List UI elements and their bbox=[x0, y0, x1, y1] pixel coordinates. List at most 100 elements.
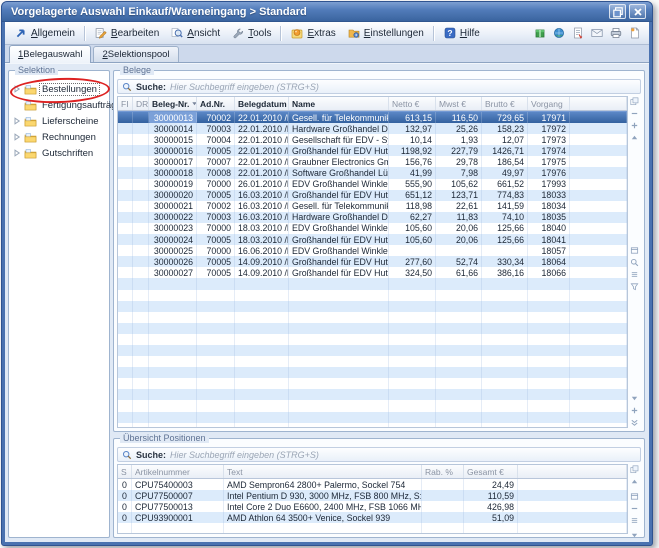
cell-beleg-nr-: 30000014 bbox=[149, 123, 197, 134]
list-icon[interactable] bbox=[630, 516, 639, 525]
expand-arrow-icon[interactable] bbox=[12, 149, 21, 157]
sidebar-item-fertigungsaufträge[interactable]: Fertigungsaufträge bbox=[9, 97, 109, 113]
column-header-dr[interactable]: DR bbox=[133, 97, 149, 110]
card-icon[interactable] bbox=[630, 246, 639, 255]
column-header-rab-[interactable]: Rab. % bbox=[422, 465, 464, 478]
cell-fi bbox=[118, 156, 133, 167]
column-header-ad-nr-[interactable]: Ad.Nr. bbox=[197, 97, 235, 110]
column-header-mwst-[interactable]: Mwst € bbox=[436, 97, 482, 110]
column-header-s[interactable]: S bbox=[118, 465, 132, 478]
sidebar-item-rechnungen[interactable]: Rechnungen bbox=[9, 129, 109, 145]
mail-icon[interactable] bbox=[591, 27, 603, 39]
card-icon[interactable] bbox=[630, 492, 639, 501]
filter-icon[interactable] bbox=[630, 282, 639, 291]
column-header-name[interactable]: Name bbox=[289, 97, 389, 110]
table-row[interactable]: 300000177000722.01.2010 /FrGraubner Elec… bbox=[118, 156, 627, 167]
new-document-icon[interactable] bbox=[629, 27, 641, 39]
table-row-empty bbox=[118, 356, 627, 367]
cell-filler bbox=[570, 256, 627, 267]
triangle-down-icon[interactable] bbox=[630, 394, 639, 403]
table-row[interactable]: 0CPU77500007Intel Pentium D 930, 3000 MH… bbox=[118, 490, 627, 501]
table-row[interactable]: 300000237000018.03.2010 /DoEDV Großhande… bbox=[118, 223, 627, 234]
table-row[interactable]: 0CPU77500013Intel Core 2 Duo E6600, 2400… bbox=[118, 501, 627, 512]
menu-hilfe[interactable]: ?Hilfe bbox=[438, 25, 486, 41]
quick-toolbar bbox=[534, 27, 645, 39]
column-header-netto-[interactable]: Netto € bbox=[389, 97, 436, 110]
menu-extras[interactable]: Extras bbox=[285, 25, 341, 41]
cell-gesamt- bbox=[464, 523, 518, 534]
printer-icon[interactable] bbox=[610, 27, 622, 39]
expand-arrow-icon[interactable] bbox=[12, 85, 21, 93]
table-row[interactable]: 0CPU93900001AMD Athlon 64 3500+ Venice, … bbox=[118, 512, 627, 523]
column-chooser-icon[interactable] bbox=[630, 465, 639, 474]
positionen-search-bar[interactable]: Suche: Hier Suchbegriff eingeben (STRG+S… bbox=[117, 447, 641, 462]
expand-arrow-icon[interactable] bbox=[12, 133, 21, 141]
list-icon[interactable] bbox=[630, 270, 639, 279]
expand-arrow-icon[interactable] bbox=[12, 117, 21, 125]
rail-group-top bbox=[630, 97, 639, 142]
table-row[interactable]: 300000227000316.03.2010 /DiHardware Groß… bbox=[118, 212, 627, 223]
table-row[interactable]: 300000267000514.09.2010 /DiGroßhandel fü… bbox=[118, 256, 627, 267]
table-row[interactable]: 300000167000522.01.2010 /FrGroßhandel fü… bbox=[118, 145, 627, 156]
menu-ansicht[interactable]: Ansicht bbox=[165, 25, 226, 41]
sidebar-item-gutschriften[interactable]: Gutschriften bbox=[9, 145, 109, 161]
sidebar-item-lieferscheine[interactable]: Lieferscheine bbox=[9, 113, 109, 129]
table-row[interactable]: 0CPU75400003AMD Sempron64 2800+ Palermo,… bbox=[118, 479, 627, 490]
column-header-text[interactable]: Text bbox=[224, 465, 422, 478]
plus-icon[interactable] bbox=[630, 121, 639, 130]
globe-icon[interactable] bbox=[553, 27, 565, 39]
tab-1-belegauswahl[interactable]: 1 Belegauswahl bbox=[9, 45, 91, 63]
table-row[interactable]: 300000147000322.01.2010 /FrHardware Groß… bbox=[118, 123, 627, 134]
column-header-gesamt-[interactable]: Gesamt € bbox=[464, 465, 518, 478]
tab-2-selektionspool[interactable]: 2 Selektionspool bbox=[93, 46, 178, 62]
magnifier-icon[interactable] bbox=[630, 258, 639, 267]
cell-gesamt-: 24,49 bbox=[464, 479, 518, 490]
table-row[interactable]: 300000197000026.01.2010 /DiEDV Großhande… bbox=[118, 179, 627, 190]
plus-icon[interactable] bbox=[630, 406, 639, 415]
minus-icon[interactable] bbox=[630, 504, 639, 513]
table-row[interactable]: 300000207000516.03.2010 /DiGroßhandel fü… bbox=[118, 190, 627, 201]
menu-einstellungen[interactable]: Einstellungen bbox=[342, 25, 430, 41]
column-header-belegdatum[interactable]: Belegdatum bbox=[235, 97, 289, 110]
titlebar[interactable]: Vorgelagerte Auswahl Einkauf/Wareneingan… bbox=[2, 2, 652, 22]
cell-text: AMD Athlon 64 3500+ Venice, Sockel 939 bbox=[224, 512, 422, 523]
cell-rab- bbox=[422, 490, 464, 501]
cell-name bbox=[289, 400, 389, 411]
minus-icon[interactable] bbox=[630, 109, 639, 118]
menu-allgemein[interactable]: Allgemein bbox=[9, 25, 81, 41]
belege-search-bar[interactable]: Suche: Hier Suchbegriff eingeben (STRG+S… bbox=[117, 79, 641, 94]
table-row[interactable]: 300000277000514.09.2010 /DiGroßhandel fü… bbox=[118, 267, 627, 278]
cell-dr bbox=[133, 278, 149, 289]
double-down-icon[interactable] bbox=[630, 418, 639, 427]
triangle-down-icon[interactable] bbox=[630, 531, 639, 540]
column-header-vorgang[interactable]: Vorgang bbox=[528, 97, 570, 110]
package-icon[interactable] bbox=[534, 27, 546, 39]
cell-beleg-nr-: 30000022 bbox=[149, 212, 197, 223]
table-row[interactable]: 300000247000518.03.2010 /DoGroßhandel fü… bbox=[118, 234, 627, 245]
table-row-empty bbox=[118, 301, 627, 312]
table-row[interactable]: 300000187000822.01.2010 /FrSoftware Groß… bbox=[118, 167, 627, 178]
column-header-brutto-[interactable]: Brutto € bbox=[482, 97, 528, 110]
triangle-up-icon[interactable] bbox=[630, 477, 639, 486]
cell-dr bbox=[133, 412, 149, 423]
cell-belegdatum bbox=[235, 345, 289, 356]
restore-button[interactable] bbox=[609, 4, 626, 19]
sidebar-item-bestellungen[interactable]: Bestellungen bbox=[9, 81, 109, 97]
menu-tools[interactable]: Tools bbox=[226, 25, 277, 41]
menu-bearbeiten[interactable]: Bearbeiten bbox=[89, 25, 165, 41]
report-icon[interactable] bbox=[572, 27, 584, 39]
table-row[interactable]: 300000217000216.03.2010 /DiGesell. für T… bbox=[118, 201, 627, 212]
column-header-beleg-nr-[interactable]: Beleg-Nr. bbox=[149, 97, 197, 110]
cell-mwst-: 22,61 bbox=[436, 201, 482, 212]
cell-brutto- bbox=[482, 323, 528, 334]
table-row[interactable]: 300000257000016.06.2010 /MiEDV Großhande… bbox=[118, 245, 627, 256]
cell-netto- bbox=[389, 301, 436, 312]
table-row[interactable]: 300000157000422.01.2010 /FrGesellschaft … bbox=[118, 134, 627, 145]
close-button[interactable] bbox=[629, 4, 646, 19]
column-header-artikelnummer[interactable]: Artikelnummer bbox=[132, 465, 224, 478]
column-chooser-icon[interactable] bbox=[630, 97, 639, 106]
cell-ad-nr- bbox=[197, 345, 235, 356]
column-header-fi[interactable]: FI bbox=[118, 97, 133, 110]
triangle-up-icon[interactable] bbox=[630, 133, 639, 142]
table-row[interactable]: 300000137000222.01.2010 /FrGesell. für T… bbox=[118, 111, 627, 123]
